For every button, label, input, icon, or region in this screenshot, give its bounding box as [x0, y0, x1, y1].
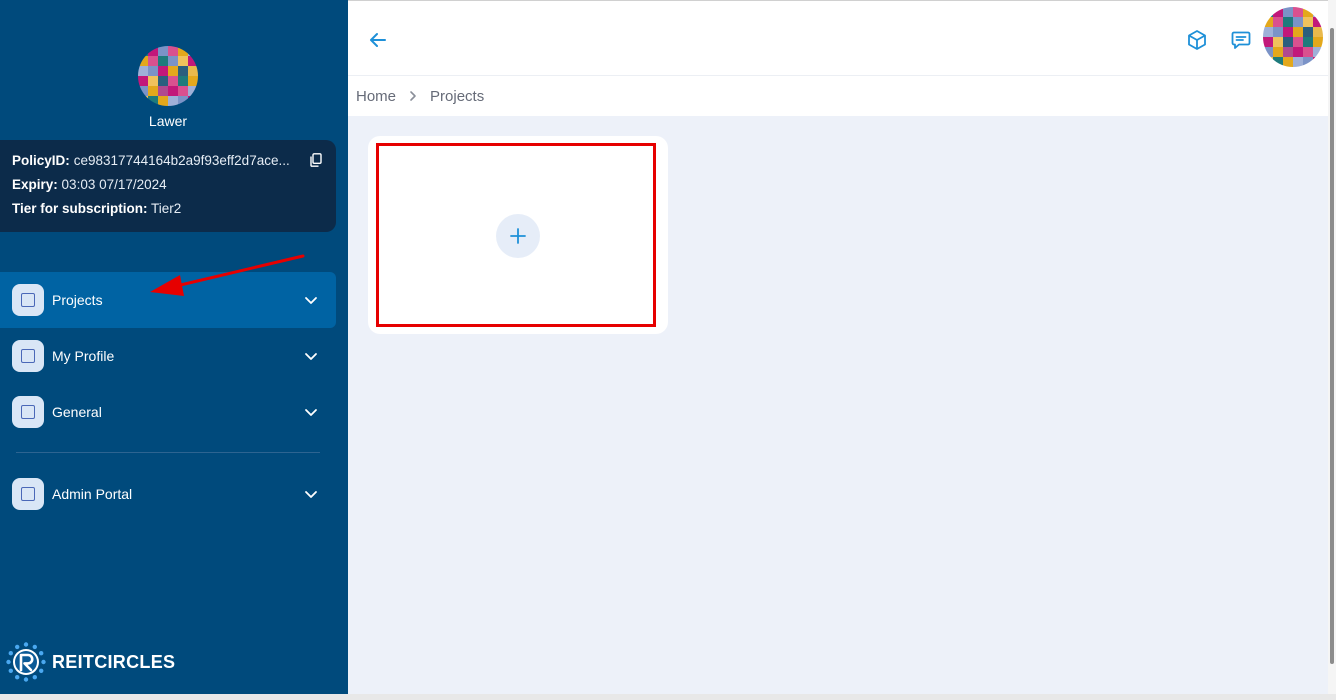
arrow-left-icon[interactable]	[368, 30, 388, 50]
breadcrumb-home[interactable]: Home	[356, 88, 396, 105]
brand[interactable]: REITCIRCLES	[6, 642, 175, 682]
general-icon	[12, 396, 44, 428]
nav-item-projects[interactable]: Projects	[0, 272, 336, 328]
policy-card: PolicyID: ce98317744164b2a9f93eff2d7ace..…	[0, 140, 336, 232]
tier-label: Tier for subscription:	[12, 201, 148, 216]
nav-item-label: Admin Portal	[52, 486, 133, 502]
expiry-value: 03:03 07/17/2024	[61, 177, 167, 192]
cube-icon[interactable]	[1186, 29, 1208, 51]
new-project-card[interactable]	[368, 136, 668, 334]
top-bar	[348, 0, 1328, 76]
scrollbar[interactable]	[1328, 0, 1336, 700]
brand-name: REITCIRCLES	[52, 651, 176, 672]
user-avatar[interactable]	[138, 46, 198, 106]
projects-content	[348, 116, 1330, 694]
policy-id-value: ce98317744164b2a9f93eff2d7ace...	[73, 153, 290, 168]
expiry-label: Expiry:	[12, 177, 58, 192]
admin-portal-icon	[12, 478, 44, 510]
nav-item-label: My Profile	[52, 348, 115, 364]
sidebar: Lawer PolicyID: ce98317744164b2a9f93eff2d…	[0, 0, 348, 694]
tier-value: Tier2	[151, 201, 182, 216]
add-project-button[interactable]	[496, 214, 540, 258]
window-bottom-edge	[0, 694, 1336, 700]
scrollbar-thumb[interactable]	[1330, 28, 1334, 664]
expiry-row: Expiry: 03:03 07/17/2024	[12, 176, 324, 200]
brand-logo-icon	[6, 642, 46, 682]
plus-icon	[510, 228, 526, 244]
nav-item-general[interactable]: General	[0, 384, 336, 440]
chevron-down-icon[interactable]	[302, 291, 320, 309]
tier-row: Tier for subscription: Tier2	[12, 200, 324, 224]
nav-item-label: General	[52, 404, 102, 420]
nav-item-my-profile[interactable]: My Profile	[0, 328, 336, 384]
policy-id-row: PolicyID: ce98317744164b2a9f93eff2d7ace..…	[12, 152, 324, 176]
policy-id-label: PolicyID:	[12, 153, 70, 168]
nav-item-admin-portal[interactable]: Admin Portal	[0, 466, 336, 522]
breadcrumb: Home Projects	[348, 76, 1328, 116]
projects-icon	[12, 284, 44, 316]
account-avatar[interactable]	[1263, 7, 1323, 67]
chevron-right-icon	[410, 91, 416, 101]
user-name: Lawer	[148, 113, 188, 129]
nav-divider	[16, 452, 320, 453]
my-profile-icon	[12, 340, 44, 372]
nav-item-label: Projects	[52, 292, 103, 308]
chevron-down-icon[interactable]	[302, 485, 320, 503]
chevron-down-icon[interactable]	[302, 403, 320, 421]
breadcrumb-current: Projects	[430, 87, 485, 105]
chevron-down-icon[interactable]	[302, 347, 320, 365]
chat-icon[interactable]	[1230, 29, 1252, 51]
copy-icon[interactable]	[310, 153, 322, 167]
